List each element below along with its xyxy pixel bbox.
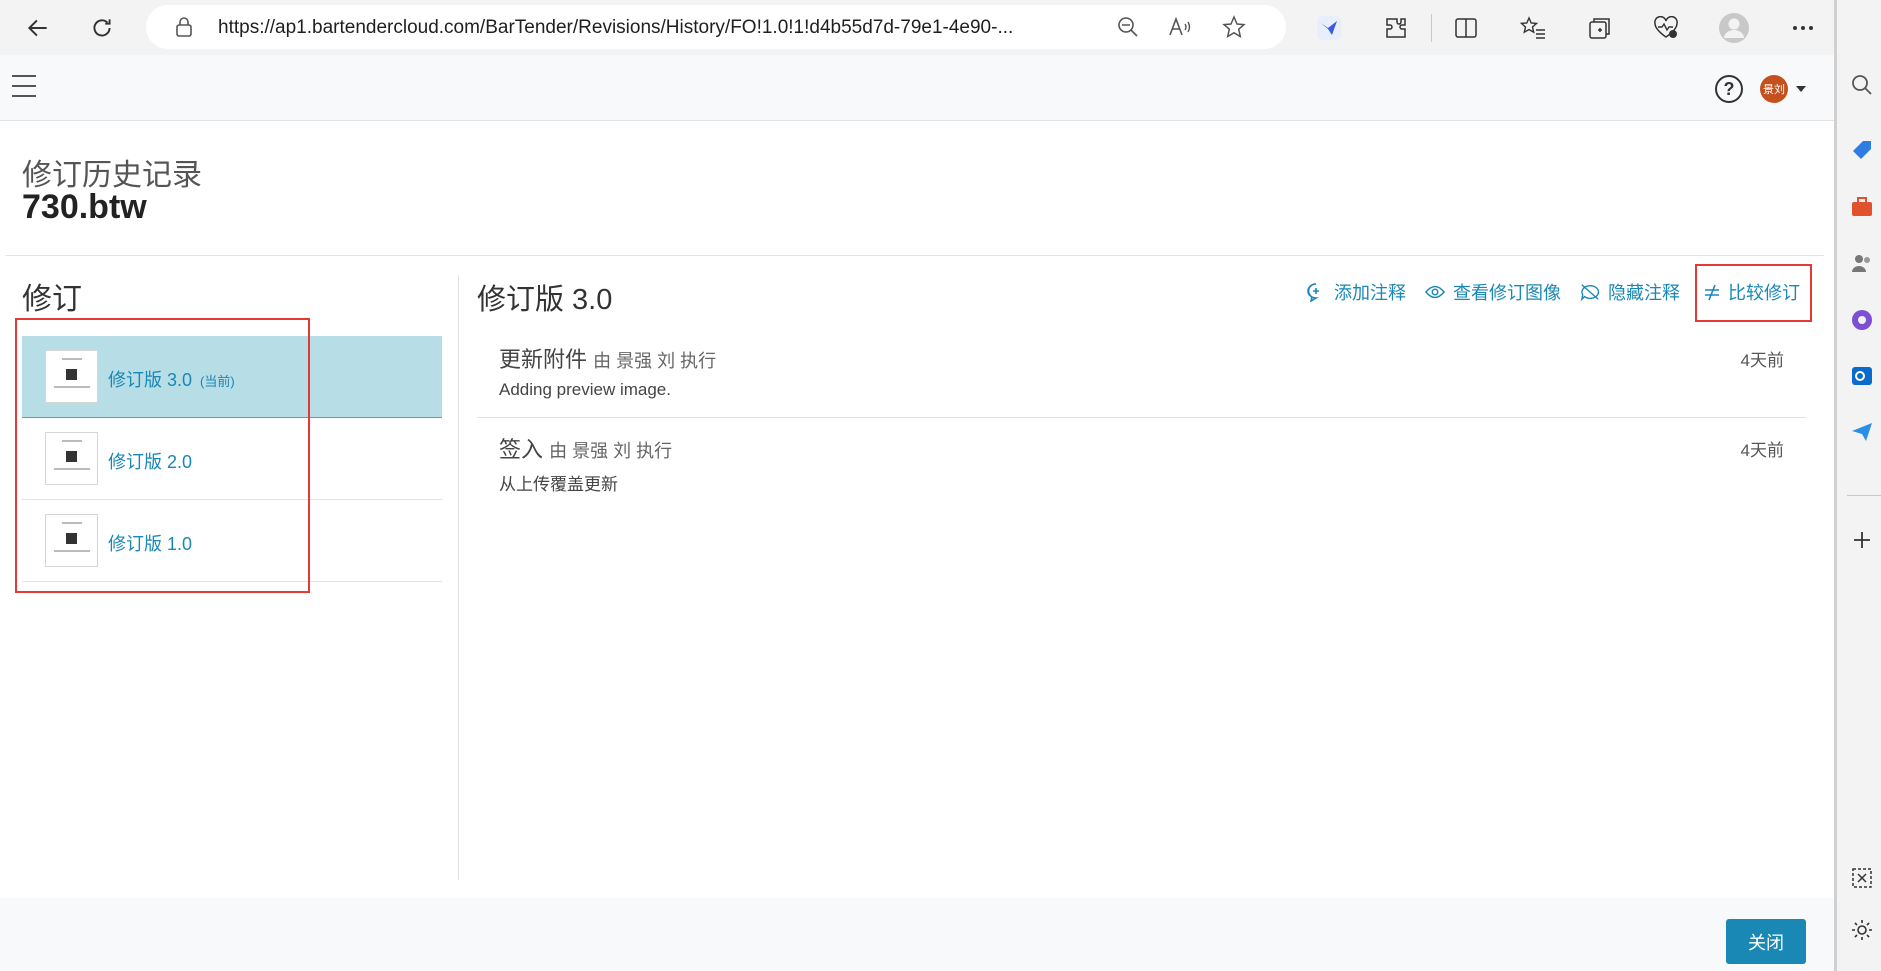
browser-side-panel <box>1834 55 1881 971</box>
entry-title-line: 签入 由 景强 刘 执行 <box>499 432 672 464</box>
window-scrollbar[interactable] <box>1834 0 1837 971</box>
entry-time: 4天前 <box>1740 441 1784 460</box>
people-icon[interactable] <box>1847 248 1877 278</box>
screenshot-icon[interactable] <box>1847 863 1877 893</box>
view-image-button[interactable]: 查看修订图像 <box>1425 280 1561 304</box>
add-comment-icon <box>1306 282 1326 302</box>
entry-author: 由 景强 刘 执行 <box>593 351 717 371</box>
entry-author: 由 景强 刘 执行 <box>549 441 673 461</box>
footer-bar <box>0 898 1834 971</box>
entry-title-line: 更新附件 由 景强 刘 执行 <box>499 342 716 374</box>
revisions-heading: 修订 <box>22 283 82 316</box>
zoom-out-icon[interactable] <box>1116 15 1140 39</box>
title-divider <box>5 255 1824 256</box>
hide-notes-button[interactable]: 隐藏注释 <box>1580 280 1680 304</box>
extensions-puzzle-icon[interactable] <box>1378 10 1414 46</box>
more-options-icon[interactable] <box>1785 10 1821 46</box>
extension-bird-icon[interactable] <box>1311 10 1347 46</box>
hide-comment-icon <box>1580 282 1600 302</box>
caret-down-icon[interactable] <box>1796 86 1806 92</box>
toolbox-icon[interactable] <box>1847 192 1877 222</box>
address-bar[interactable]: https://ap1.bartendercloud.com/BarTender… <box>146 5 1286 49</box>
health-heart-icon[interactable] <box>1648 10 1684 46</box>
entry-description: 从上传覆盖更新 <box>499 475 618 494</box>
url-text[interactable]: https://ap1.bartendercloud.com/BarTender… <box>218 17 1258 39</box>
user-avatar[interactable]: 景刘 <box>1760 75 1788 103</box>
entry-action: 签入 <box>499 437 544 462</box>
entry-action: 更新附件 <box>499 347 588 372</box>
favorite-star-icon[interactable] <box>1222 15 1246 39</box>
settings-gear-icon[interactable] <box>1847 915 1877 945</box>
back-icon[interactable] <box>18 8 58 48</box>
eye-icon <box>1425 282 1445 302</box>
read-aloud-icon[interactable] <box>1168 15 1192 39</box>
copilot-icon[interactable] <box>1847 305 1877 335</box>
highlight-box-compare <box>1695 264 1812 322</box>
entry-description: Adding preview image. <box>499 380 671 399</box>
profile-icon[interactable] <box>1716 10 1752 46</box>
app-header: ? 景刘 <box>0 55 1834 121</box>
search-icon[interactable] <box>1847 70 1877 100</box>
history-entry: 签入 由 景强 刘 执行 4天前 从上传覆盖更新 <box>477 428 1806 508</box>
panel-divider <box>458 275 459 880</box>
menu-hamburger-icon[interactable] <box>12 75 40 101</box>
highlight-box-revisions <box>15 318 310 593</box>
collections-icon[interactable] <box>1582 10 1618 46</box>
favorites-list-icon[interactable] <box>1515 10 1551 46</box>
revision-detail-heading: 修订版 3.0 <box>477 284 613 316</box>
refresh-icon[interactable] <box>82 8 122 48</box>
send-icon[interactable] <box>1847 417 1877 447</box>
view-image-label[interactable]: 查看修订图像 <box>1453 279 1561 305</box>
lock-icon[interactable] <box>172 15 196 39</box>
toolbar-separator <box>1431 14 1432 42</box>
add-note-button[interactable]: 添加注释 <box>1306 280 1406 304</box>
history-entry: 更新附件 由 景强 刘 执行 4天前 Adding preview image. <box>477 338 1806 418</box>
entry-divider <box>477 417 1806 418</box>
side-separator <box>1847 495 1881 496</box>
help-icon[interactable]: ? <box>1715 75 1743 103</box>
tag-icon[interactable] <box>1847 135 1877 165</box>
split-screen-icon[interactable] <box>1448 10 1484 46</box>
hide-notes-label[interactable]: 隐藏注释 <box>1608 279 1680 305</box>
add-icon[interactable] <box>1847 525 1877 555</box>
outlook-icon[interactable] <box>1847 361 1877 391</box>
page-title: 730.btw <box>22 188 147 226</box>
close-button[interactable]: 关闭 <box>1726 919 1806 964</box>
add-note-label[interactable]: 添加注释 <box>1334 279 1406 305</box>
browser-toolbar: https://ap1.bartendercloud.com/BarTender… <box>0 0 1881 55</box>
entry-time: 4天前 <box>1740 351 1784 370</box>
